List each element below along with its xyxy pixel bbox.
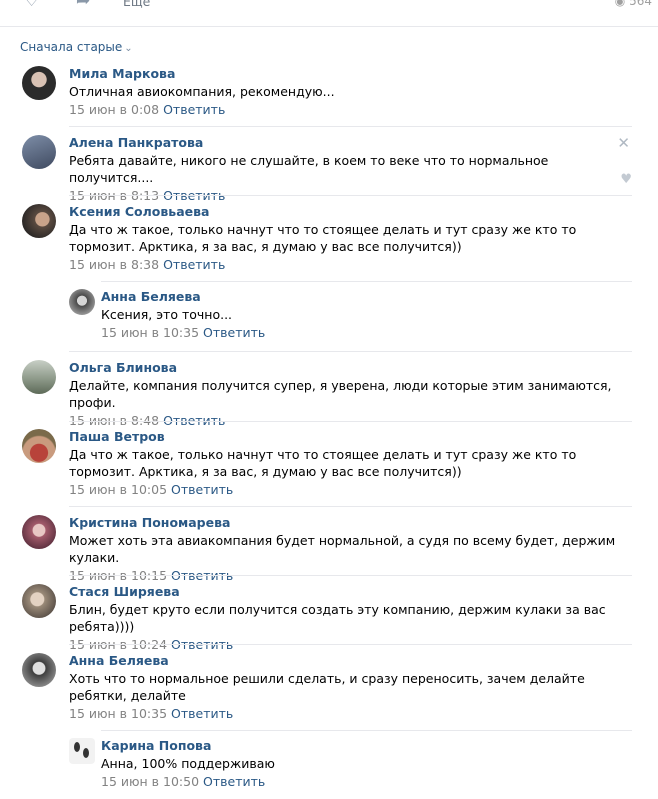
- comment-text: Отличная авиокомпания, рекомендую...: [69, 84, 335, 99]
- comment-date[interactable]: 15 июн в 0:08: [69, 102, 159, 117]
- reply-button[interactable]: Ответить: [171, 706, 233, 721]
- avatar[interactable]: [69, 738, 95, 764]
- comment-text: Да что ж такое, только начнут что то сто…: [69, 222, 577, 254]
- eye-icon: ◉: [614, 0, 626, 8]
- share-icon[interactable]: ➦: [76, 0, 90, 11]
- footprints-icon: [74, 742, 89, 758]
- comment-author[interactable]: Паша Ветров: [69, 429, 629, 445]
- divider: [69, 195, 632, 196]
- sort-dropdown[interactable]: Сначала старые ⌄: [20, 40, 133, 54]
- reply-button[interactable]: Ответить: [163, 102, 225, 117]
- comment-author[interactable]: Ксения Соловьаева: [69, 204, 629, 220]
- comment-text: Ксения, это точно...: [101, 307, 233, 322]
- divider: [69, 644, 632, 645]
- comment-text: Хоть что то нормальное решили сделать, и…: [69, 671, 585, 703]
- comment-text: Блин, будет круто если получится создать…: [69, 602, 606, 634]
- reply-button[interactable]: Ответить: [171, 482, 233, 497]
- divider: [69, 506, 632, 507]
- views-count: 564: [629, 0, 652, 8]
- comment-author[interactable]: Ольга Блинова: [69, 360, 629, 376]
- comment-author[interactable]: Мила Маркова: [69, 66, 629, 82]
- avatar[interactable]: [69, 289, 95, 315]
- comment-date[interactable]: 15 июн в 8:38: [69, 257, 159, 272]
- comment-author[interactable]: Анна Беляева: [69, 653, 629, 669]
- comment-date[interactable]: 15 июн в 10:50: [101, 774, 199, 789]
- divider: [101, 281, 632, 282]
- divider: [69, 421, 632, 422]
- post-actions-bar: ♡ ➦ Еще ˅ ◉ 564: [0, 0, 658, 27]
- avatar[interactable]: [22, 66, 56, 100]
- reply-button[interactable]: Ответить: [203, 325, 265, 340]
- comment-date[interactable]: 15 июн в 10:05: [69, 482, 167, 497]
- avatar[interactable]: [22, 515, 56, 549]
- comment-text: Делайте, компания получится супер, я уве…: [69, 378, 612, 410]
- comment-text: Анна, 100% поддерживаю: [101, 756, 275, 771]
- comment-text: Может хоть эта авиакомпания будет нормал…: [69, 533, 616, 565]
- avatar[interactable]: [22, 135, 56, 169]
- comment-author[interactable]: Алена Панкратова: [69, 135, 629, 151]
- comment-author[interactable]: Анна Беляева: [101, 289, 601, 305]
- comment-text: Да что ж такое, только начнут что то сто…: [69, 447, 577, 479]
- reply-button[interactable]: Ответить: [203, 774, 265, 789]
- close-icon[interactable]: ✕: [617, 134, 630, 152]
- comment-author[interactable]: Кристина Пономарева: [69, 515, 629, 531]
- chevron-down-icon: ⌄: [124, 43, 133, 54]
- sort-label: Сначала старые: [20, 40, 123, 54]
- more-button[interactable]: Еще ˅: [123, 0, 161, 9]
- divider: [69, 126, 632, 127]
- more-label: Еще: [123, 0, 151, 9]
- divider: [69, 351, 632, 352]
- divider: [69, 575, 632, 576]
- heart-icon[interactable]: ♥: [620, 172, 632, 187]
- avatar[interactable]: [22, 429, 56, 463]
- avatar[interactable]: [22, 584, 56, 618]
- avatar[interactable]: [22, 653, 56, 687]
- comment-date[interactable]: 15 июн в 10:35: [101, 325, 199, 340]
- comment-author[interactable]: Карина Попова: [101, 738, 601, 754]
- comment-text: Ребята давайте, никого не слушайте, в ко…: [69, 153, 549, 185]
- divider: [101, 730, 632, 731]
- reply-button[interactable]: Ответить: [163, 257, 225, 272]
- avatar[interactable]: [22, 204, 56, 238]
- comment-author[interactable]: Стася Ширяева: [69, 584, 629, 600]
- comment-date[interactable]: 15 июн в 10:35: [69, 706, 167, 721]
- views-counter: ◉ 564: [615, 0, 652, 8]
- heart-icon[interactable]: ♡: [24, 0, 39, 11]
- avatar[interactable]: [22, 360, 56, 394]
